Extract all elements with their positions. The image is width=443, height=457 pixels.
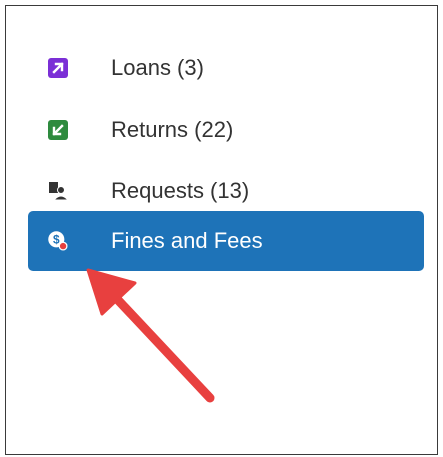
sidebar-item-loans[interactable]: Loans (3) xyxy=(28,38,424,98)
return-arrow-icon xyxy=(47,119,69,141)
sidebar-item-fines-and-fees[interactable]: $ Fines and Fees xyxy=(28,211,424,271)
sidebar-item-label: Returns (22) xyxy=(111,117,234,142)
dollar-fees-icon: $ xyxy=(47,230,69,252)
sidebar-item-returns[interactable]: Returns (22) xyxy=(28,100,424,160)
sidebar-item-label: Requests (13) xyxy=(111,178,250,203)
sidebar-item-label: Loans (3) xyxy=(111,55,204,80)
sidebar-item-label: Fines and Fees xyxy=(111,228,263,253)
loan-arrow-icon xyxy=(47,57,69,79)
sidebar-panel: Loans (3) Returns (22) Requests (13) $ F… xyxy=(5,5,438,455)
requests-person-icon xyxy=(47,180,69,202)
